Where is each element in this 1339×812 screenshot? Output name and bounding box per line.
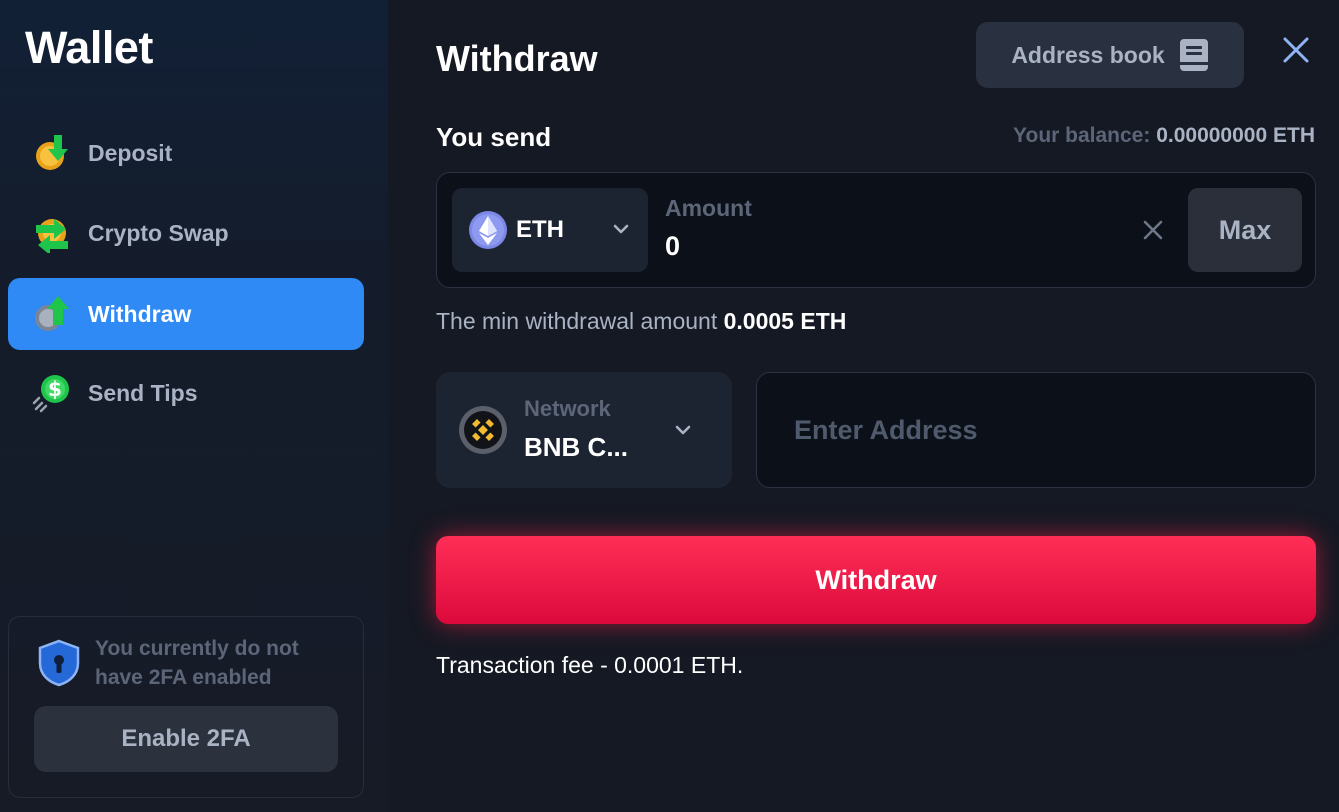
amount-label: Amount xyxy=(665,195,752,221)
network-label: Network xyxy=(524,396,611,421)
min-withdrawal-note: The min withdrawal amount 0.0005 ETH xyxy=(436,308,846,335)
balance-value: 0.00000000 ETH xyxy=(1156,124,1315,147)
shield-lock-icon xyxy=(38,639,80,687)
sidebar-item-crypto-swap[interactable]: Crypto Swap xyxy=(8,197,364,269)
sidebar-item-label: Send Tips xyxy=(88,379,198,406)
sidebar-item-label: Crypto Swap xyxy=(88,219,229,246)
address-book-label: Address book xyxy=(1011,41,1165,68)
close-icon[interactable] xyxy=(1282,36,1310,64)
coin-label: ETH xyxy=(516,216,564,243)
page-title: Withdraw xyxy=(436,38,598,79)
withdraw-panel: Withdraw Address book You send Your bala… xyxy=(388,0,1339,812)
network-value: BNB C... xyxy=(524,432,628,462)
deposit-icon xyxy=(36,135,68,170)
sidebar-item-withdraw[interactable]: Withdraw xyxy=(8,278,364,350)
swap-icon xyxy=(36,219,68,253)
amount-input[interactable]: 0 xyxy=(665,231,680,262)
coin-selector[interactable]: ETH xyxy=(452,188,648,272)
sidebar-title: Wallet xyxy=(25,22,153,73)
min-withdrawal-label: The min withdrawal amount xyxy=(436,308,718,334)
balance-label: Your balance: xyxy=(1013,124,1151,147)
book-icon xyxy=(1179,39,1208,71)
address-book-button[interactable]: Address book xyxy=(976,22,1244,88)
svg-text:$: $ xyxy=(48,377,62,401)
min-withdrawal-value: 0.0005 ETH xyxy=(723,308,847,334)
sidebar-item-label: Deposit xyxy=(88,139,173,166)
network-selector[interactable]: Network BNB C... xyxy=(436,372,732,488)
transaction-fee-note: Transaction fee - 0.0001 ETH. xyxy=(436,652,744,678)
bnb-icon xyxy=(459,406,507,454)
address-input[interactable] xyxy=(756,372,1316,488)
withdraw-button[interactable]: Withdraw xyxy=(436,536,1316,624)
tips-icon: $ xyxy=(32,375,69,413)
clear-icon[interactable] xyxy=(1142,219,1164,241)
twofa-panel: You currently do not have 2FA enabled En… xyxy=(8,616,364,798)
sidebar-item-label: Withdraw xyxy=(88,300,192,327)
sidebar-item-send-tips[interactable]: $ Send Tips xyxy=(8,357,364,429)
amount-input-box: ETH Amount 0 Max xyxy=(436,172,1316,288)
wallet-sidebar: Wallet Deposit Crypto Swap Withdraw $ Se… xyxy=(0,0,388,812)
twofa-message: You currently do not have 2FA enabled xyxy=(95,637,299,689)
eth-icon xyxy=(469,211,507,249)
balance-display: Your balance: 0.00000000 ETH xyxy=(1013,124,1315,148)
you-send-label: You send xyxy=(436,122,552,152)
chevron-down-icon xyxy=(613,224,629,234)
sidebar-item-deposit[interactable]: Deposit xyxy=(8,117,364,189)
chevron-down-icon xyxy=(675,425,691,435)
withdraw-icon xyxy=(35,296,69,331)
enable-2fa-button[interactable]: Enable 2FA xyxy=(34,706,338,772)
max-button[interactable]: Max xyxy=(1188,188,1302,272)
